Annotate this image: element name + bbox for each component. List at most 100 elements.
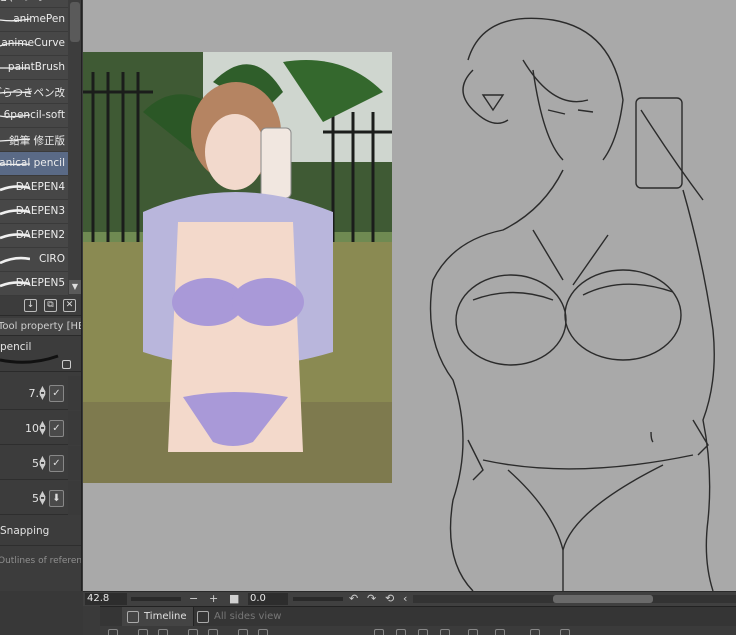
hardness-row: 50 ▲ ▼ ✓ <box>0 446 81 480</box>
brush-size-row: 7.0 ▲ ▼ ✓ <box>0 376 81 410</box>
reference-layer-row[interactable]: Outlines of reference layer <box>0 548 82 578</box>
brush-list-actions: ↓ ⧉ ✕ <box>0 296 81 316</box>
tool-property-header[interactable]: Tool property [HB mechanical pencil] <box>0 318 81 336</box>
snapping-label: Snapping <box>0 525 50 537</box>
brush-label: DAEPEN3 <box>15 205 65 217</box>
brush-density-toggle-button[interactable]: ✓ <box>49 420 64 437</box>
brush-label: paintBrush <box>7 61 65 73</box>
tab-label: Timeline <box>144 611 187 622</box>
next-frame-icon[interactable] <box>238 629 248 635</box>
brush-label: animePen <box>13 13 65 25</box>
brush-label: ぎらつきペン改 <box>0 87 65 99</box>
panel-scrollbar[interactable] <box>68 376 81 410</box>
tool-property-title: Tool property [HB mechanical pencil] <box>0 321 81 332</box>
brush-item[interactable]: DAEPEN5 <box>0 272 68 296</box>
timeline-settings-icon[interactable] <box>530 629 540 635</box>
brush-label: CIRO <box>39 253 65 265</box>
zoom-out-icon[interactable]: − <box>189 592 198 606</box>
brush-size-toggle-button[interactable]: ✓ <box>49 385 64 402</box>
brush-label: ぎらつき(ペンのエ 2 <box>0 0 65 4</box>
spinner-icon[interactable]: ▲ ▼ <box>38 490 47 506</box>
reset-rotation-icon[interactable]: ⟲ <box>385 592 394 606</box>
zoom-slider[interactable] <box>131 597 181 601</box>
brush-item[interactable]: 鉛筆 修正版 <box>0 128 68 152</box>
brush-item[interactable]: CIRO <box>0 248 68 272</box>
new-cel-icon[interactable] <box>374 629 384 635</box>
cel-spec-icon[interactable] <box>468 629 478 635</box>
fit-view-icon[interactable]: ■ <box>229 592 239 606</box>
rotate-right-icon[interactable]: ↷ <box>367 592 376 606</box>
timeline-icon <box>127 611 139 623</box>
line-art-sketch <box>429 17 715 591</box>
reference-layer-label: Outlines of reference layer <box>0 556 82 566</box>
panel-scrollbar[interactable] <box>68 411 81 445</box>
new-timeline-icon[interactable] <box>108 629 118 635</box>
brush-preview: pencil <box>0 338 81 372</box>
stabilization-menu-button[interactable]: ⬇ <box>49 490 64 507</box>
brush-item[interactable]: Mechanical pencil <box>0 152 68 176</box>
download-icon[interactable]: ↓ <box>24 299 37 312</box>
brush-item[interactable]: ぎらつき(ペンのエ 2 <box>0 0 68 8</box>
play-icon[interactable] <box>138 629 148 635</box>
brush-item[interactable]: paintBrush <box>0 56 68 80</box>
brush-label: DAEPEN5 <box>15 277 65 289</box>
prev-frame-icon[interactable] <box>208 629 218 635</box>
brush-item[interactable]: ぎらつきペン改 <box>0 80 68 104</box>
spinner-icon[interactable]: ▲ ▼ <box>38 455 47 471</box>
light-table-icon[interactable] <box>418 629 428 635</box>
cube-icon <box>197 611 209 623</box>
brush-item[interactable]: 6pencil-soft <box>0 104 68 128</box>
timeline-options-icon[interactable] <box>560 629 570 635</box>
brush-label: animeCurve <box>1 37 65 49</box>
onion-skin-icon[interactable] <box>396 629 406 635</box>
first-frame-icon[interactable] <box>188 629 198 635</box>
drawing-canvas[interactable] <box>83 0 736 591</box>
canvas-horizontal-scrollbar[interactable] <box>413 595 736 603</box>
lock-icon[interactable] <box>62 360 71 369</box>
panel-scrollbar[interactable] <box>68 446 81 480</box>
spinner-icon[interactable]: ▲ ▼ <box>38 420 47 436</box>
brush-item[interactable]: DAEPEN4 <box>0 176 68 200</box>
timeline-tab-bar: Timeline All sides view <box>100 606 736 627</box>
sub-tool-panel: ぎらつき(ペンのエ 2 animePen animeCurve paintBrush ぎ… <box>0 0 82 635</box>
scroll-down-icon[interactable]: ▼ <box>69 280 81 294</box>
canvas-status-bar: 42.8 − + ■ 0.0 ↶ ↷ ⟲ ‹ <box>83 591 736 606</box>
brush-item[interactable]: DAEPEN3 <box>0 200 68 224</box>
flip-icon[interactable]: ‹ <box>403 592 407 606</box>
timeline-toolbar <box>100 626 736 635</box>
brush-list-scrollbar[interactable]: ▼ <box>68 0 81 296</box>
panel-scrollbar[interactable] <box>68 481 81 515</box>
brush-label: 6pencil-soft <box>3 109 65 121</box>
rotate-left-icon[interactable]: ↶ <box>349 592 358 606</box>
stabilization-row: 50 ▲ ▼ ⬇ <box>0 481 81 515</box>
zoom-in-icon[interactable]: + <box>209 592 218 606</box>
rotation-slider[interactable] <box>293 597 343 601</box>
snapping-row[interactable]: Snapping <box>0 516 81 546</box>
reference-photo <box>83 52 392 483</box>
trash-icon[interactable]: ✕ <box>63 299 76 312</box>
rotation-input[interactable]: 0.0 <box>248 593 288 605</box>
brush-stroke-preview <box>0 354 59 364</box>
brush-label: 鉛筆 修正版 <box>9 135 65 147</box>
brush-item[interactable]: DAEPEN2 <box>0 224 68 248</box>
last-frame-icon[interactable] <box>258 629 268 635</box>
brush-item[interactable]: animeCurve <box>0 32 68 56</box>
scroll-thumb[interactable] <box>553 595 653 603</box>
tab-all-sides-view[interactable]: All sides view <box>192 607 287 627</box>
brush-density-row: 100 ▲ ▼ ✓ <box>0 411 81 445</box>
scroll-thumb[interactable] <box>70 2 80 42</box>
brush-item[interactable]: animePen <box>0 8 68 32</box>
brush-stroke-icon <box>0 256 30 264</box>
brush-label: Mechanical pencil <box>0 157 65 169</box>
duplicate-icon[interactable]: ⧉ <box>44 299 57 312</box>
brush-label: DAEPEN4 <box>15 181 65 193</box>
spinner-icon[interactable]: ▲ ▼ <box>38 385 47 401</box>
zoom-input[interactable]: 42.8 <box>85 593 127 605</box>
keyframe-icon[interactable] <box>440 629 450 635</box>
tab-timeline[interactable]: Timeline <box>122 607 194 627</box>
stop-icon[interactable] <box>158 629 168 635</box>
panel-bottom <box>0 591 83 635</box>
zoom-timeline-icon[interactable] <box>495 629 505 635</box>
hardness-toggle-button[interactable]: ✓ <box>49 455 64 472</box>
tab-label: All sides view <box>214 611 282 622</box>
